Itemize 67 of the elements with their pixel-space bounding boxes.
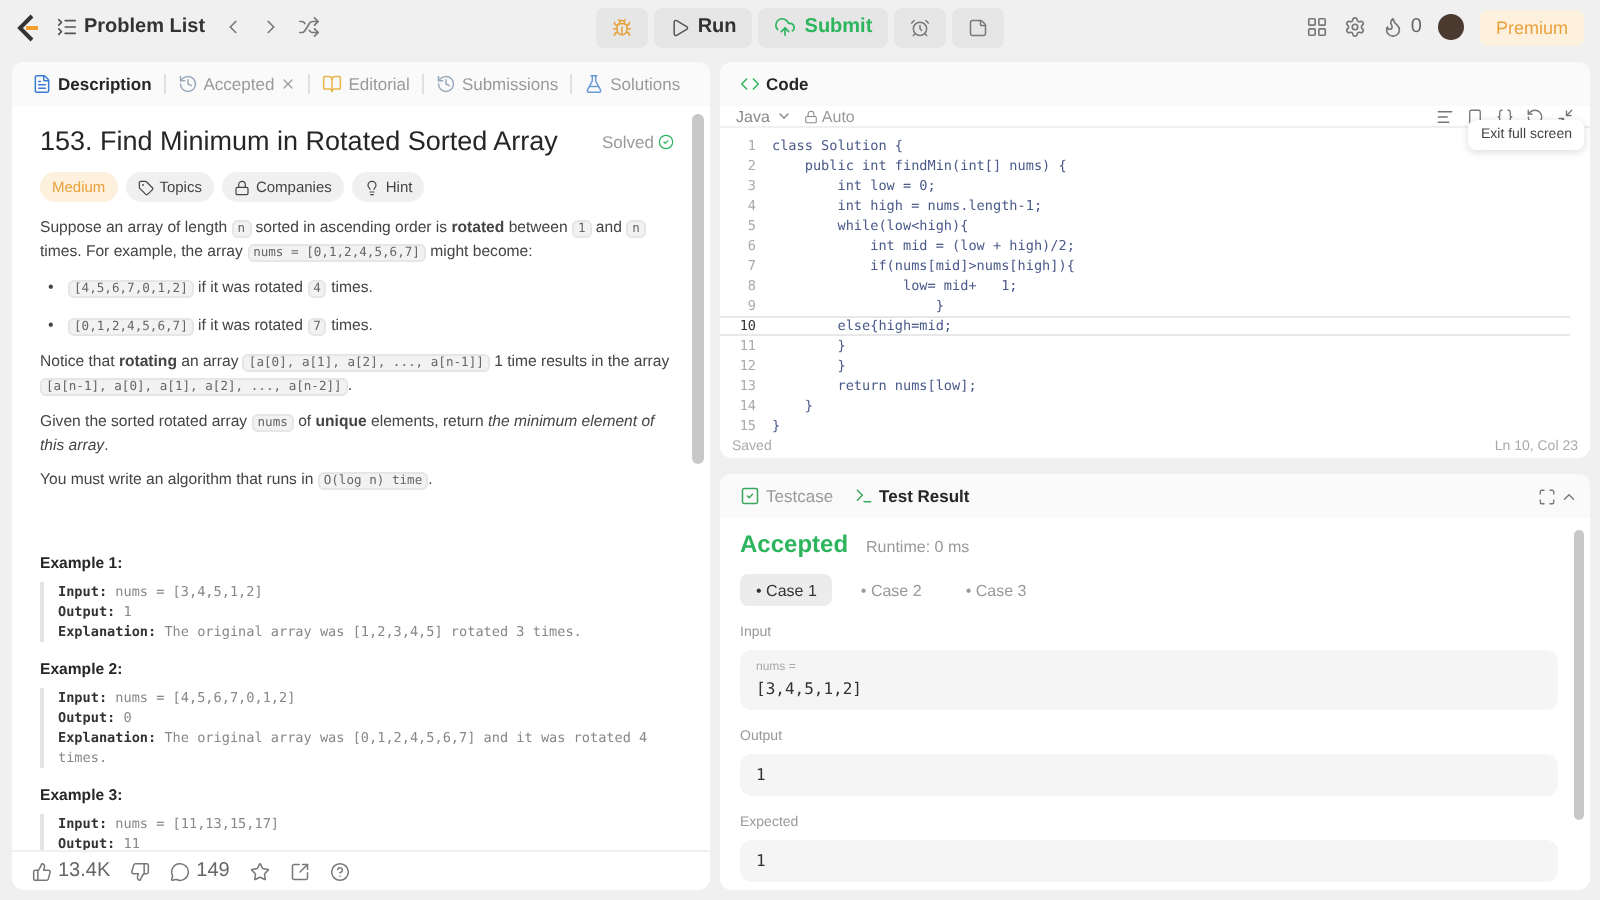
checkbox-icon (740, 486, 760, 506)
alarm-clock-icon (910, 17, 931, 37)
comment-icon (170, 861, 191, 881)
shuffle-icon (297, 16, 320, 38)
check-circle-icon (658, 133, 674, 149)
scrollbar-thumb[interactable] (1574, 530, 1584, 820)
runtime: Runtime: 0 ms (866, 538, 970, 556)
panel-tab[interactable]: Accepted (169, 66, 305, 102)
verdict: Accepted (740, 530, 849, 558)
expected-box: 1 (740, 840, 1558, 882)
output-box: 1 (740, 754, 1558, 796)
thumbs-up-icon (32, 861, 52, 881)
lightbulb-icon (363, 179, 380, 195)
case-tab[interactable]: • Case 2 (844, 574, 938, 606)
panel-tab[interactable]: Solutions (576, 66, 689, 102)
problem-title: 153. Find Minimum in Rotated Sorted Array (40, 126, 558, 156)
avatar[interactable] (1437, 14, 1464, 40)
flask-icon (584, 74, 605, 94)
notes-button[interactable] (952, 7, 1005, 47)
run-button[interactable]: Run (653, 7, 753, 47)
dislike-button[interactable] (130, 861, 151, 881)
star-icon (249, 861, 270, 881)
logo-icon[interactable] (16, 13, 40, 41)
share-button[interactable] (289, 861, 310, 881)
list-icon (56, 16, 78, 38)
format-icon (1436, 107, 1454, 126)
history-icon (435, 74, 456, 94)
cloud-upload-icon (774, 16, 797, 38)
case-tab[interactable]: • Case 1 (740, 574, 833, 606)
panel-tab[interactable]: Testcase (732, 478, 842, 514)
comments-button[interactable]: 149 (170, 860, 230, 882)
language-select[interactable]: Java (736, 107, 792, 126)
maximize-icon (1538, 487, 1556, 505)
scrollbar-thumb[interactable] (692, 114, 704, 464)
auto-mode[interactable]: Auto (803, 107, 855, 126)
help-button[interactable] (329, 861, 350, 881)
code-tab[interactable]: Code (732, 66, 817, 102)
share-icon (289, 861, 310, 881)
grid-icon (1306, 16, 1329, 38)
timer-button[interactable] (894, 7, 947, 47)
document-icon (32, 74, 52, 94)
code-icon (740, 74, 760, 94)
thumbs-down-icon (130, 861, 151, 881)
panel-tab[interactable]: Editorial (314, 66, 418, 102)
lock-icon (803, 109, 818, 124)
book-icon (322, 74, 343, 94)
close-icon (280, 76, 297, 92)
problem-list-link[interactable]: Problem List (56, 16, 206, 38)
solved-status: Solved (602, 131, 674, 151)
lock-icon (233, 179, 250, 195)
terminal-icon (853, 486, 874, 506)
favorite-button[interactable] (249, 861, 270, 881)
note-icon (968, 17, 989, 37)
play-icon (669, 17, 690, 37)
flame-icon (1382, 16, 1405, 38)
help-icon (329, 861, 350, 881)
streak-counter[interactable]: 0 (1382, 16, 1422, 38)
bug-icon (611, 17, 632, 37)
panel-tab[interactable]: Description (24, 66, 160, 102)
reset-icon (1526, 107, 1544, 126)
case-tab[interactable]: • Case 3 (949, 574, 1043, 606)
history-icon (177, 74, 198, 94)
panel-tab[interactable]: Submissions (427, 66, 567, 102)
like-button[interactable]: 13.4K (32, 860, 111, 882)
settings-icon (1344, 16, 1367, 38)
tag-icon (137, 179, 154, 195)
panel-tab[interactable]: Test Result (845, 478, 978, 514)
